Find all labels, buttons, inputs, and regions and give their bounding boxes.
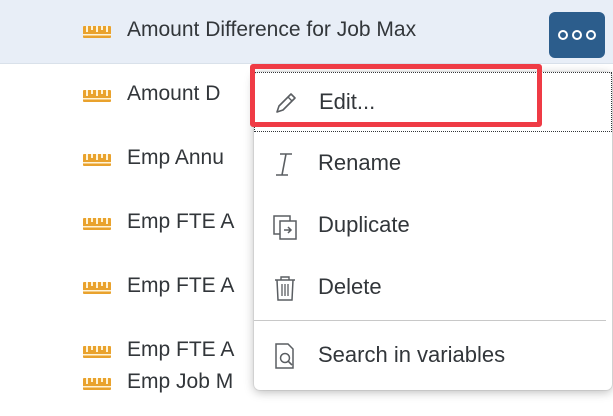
menu-item-label: Delete xyxy=(318,274,382,299)
measure-icon xyxy=(83,378,111,390)
list-item-label: Emp Annu xyxy=(127,146,224,169)
measure-icon xyxy=(83,282,111,294)
measure-icon xyxy=(83,154,111,166)
measure-icon xyxy=(83,90,111,102)
measure-icon xyxy=(83,218,111,230)
menu-item-delete[interactable]: Delete xyxy=(254,258,612,318)
list-item-label: Emp FTE A xyxy=(127,274,235,297)
measure-icon xyxy=(83,26,111,38)
search-document-icon xyxy=(275,343,294,369)
overflow-dot xyxy=(586,30,596,40)
overflow-dot xyxy=(572,30,582,40)
list-item-label: Emp FTE A xyxy=(127,210,235,233)
menu-item-label: Edit... xyxy=(319,89,376,114)
context-menu: Edit... Rename Duplicate Delete Search i… xyxy=(254,72,612,390)
menu-item-label: Search in variables xyxy=(318,342,506,367)
menu-item-label: Rename xyxy=(318,150,402,175)
text-cursor-icon xyxy=(276,153,292,176)
menu-item-duplicate[interactable]: Duplicate xyxy=(254,196,612,256)
menu-item-rename[interactable]: Rename xyxy=(254,134,612,194)
menu-item-search-in-variables[interactable]: Search in variables xyxy=(254,326,612,386)
menu-item-label: Duplicate xyxy=(318,212,410,237)
pencil-icon xyxy=(276,93,296,113)
list-item-label: Emp Job M xyxy=(127,370,234,393)
list-item[interactable]: Amount Difference for Job Max xyxy=(0,0,613,64)
list-item-label: Amount D xyxy=(127,82,221,105)
menu-separator xyxy=(254,320,606,321)
list-item-label: Amount Difference for Job Max xyxy=(127,18,417,41)
more-options-button[interactable] xyxy=(549,12,605,58)
trash-icon xyxy=(275,276,295,301)
duplicate-icon xyxy=(273,215,297,240)
menu-item-edit[interactable]: Edit... xyxy=(254,72,612,132)
overflow-dots-icon xyxy=(558,30,568,40)
